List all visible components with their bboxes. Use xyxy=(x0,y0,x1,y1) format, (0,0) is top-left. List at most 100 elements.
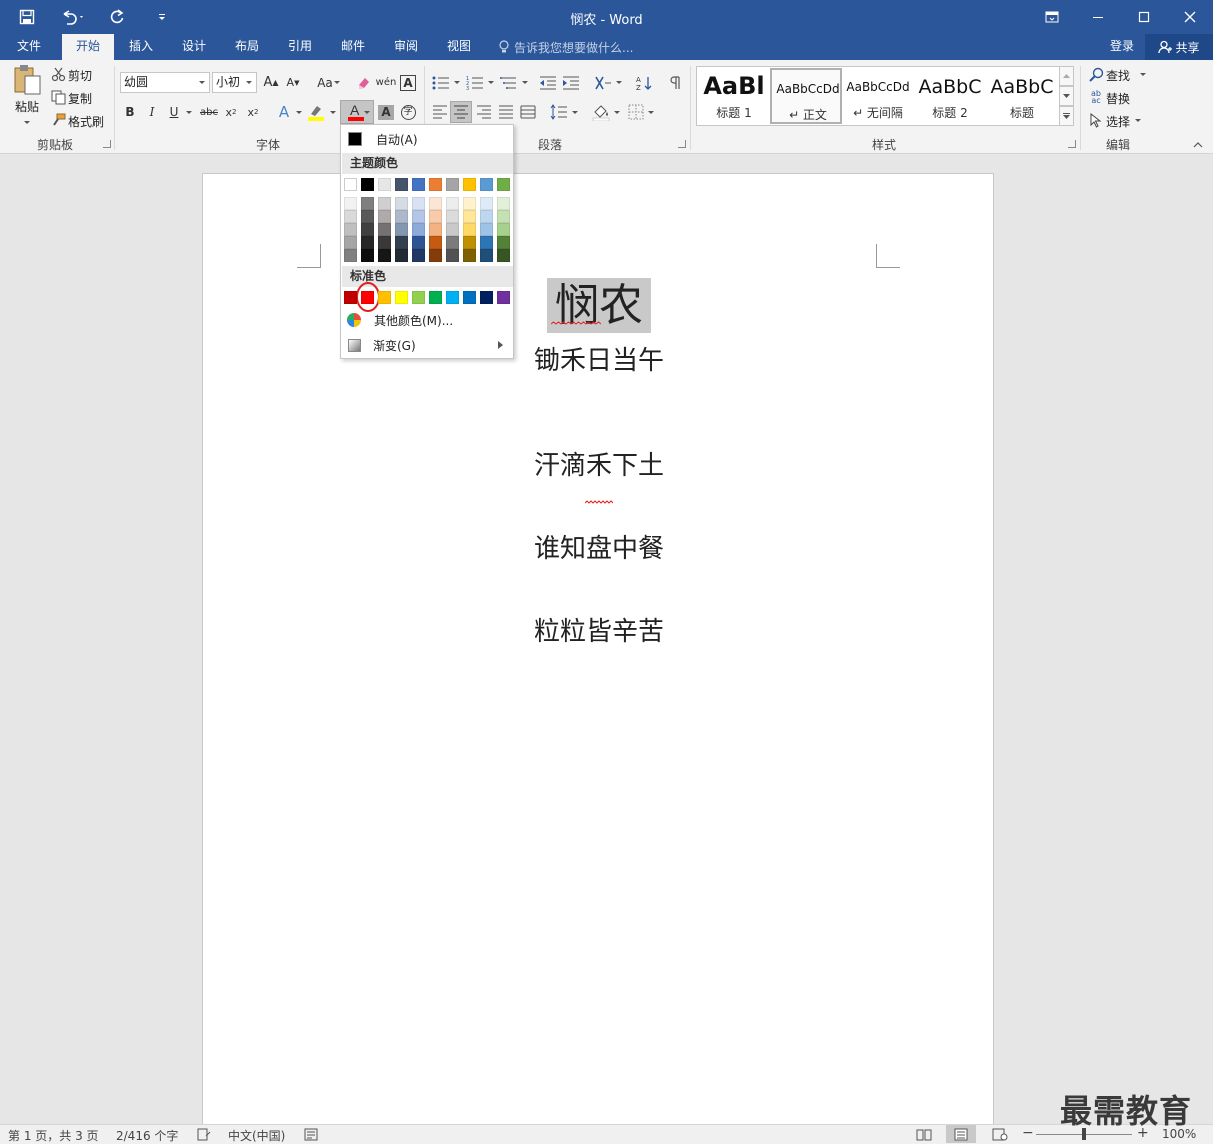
tell-me-search[interactable]: 告诉我您想要做什么... xyxy=(498,34,633,60)
theme-shade-swatch[interactable] xyxy=(378,197,391,210)
font-color-caret[interactable] xyxy=(364,111,370,114)
shading-caret[interactable] xyxy=(614,111,620,114)
standard-color-swatch[interactable] xyxy=(412,291,425,304)
bullets-caret[interactable] xyxy=(454,81,460,84)
collapse-ribbon-icon[interactable] xyxy=(1190,138,1206,152)
align-right-icon[interactable] xyxy=(474,102,494,122)
theme-shade-swatch[interactable] xyxy=(446,210,459,223)
clipboard-launcher[interactable] xyxy=(103,140,111,148)
format-painter-button[interactable]: 格式刷 xyxy=(68,113,104,130)
tab-home[interactable]: 开始 xyxy=(62,34,114,60)
style-normal[interactable]: AaBbCcDd ↵ 正文 xyxy=(770,68,842,124)
theme-color-swatch[interactable] xyxy=(497,178,510,191)
theme-shade-swatch[interactable] xyxy=(344,197,357,210)
login-button[interactable]: 登录 xyxy=(1102,34,1142,60)
highlight-caret[interactable] xyxy=(330,111,336,114)
theme-shade-swatch[interactable] xyxy=(395,197,408,210)
justify-icon[interactable] xyxy=(496,102,516,122)
tab-view[interactable]: 视图 xyxy=(438,34,480,60)
gallery-scroll-down[interactable] xyxy=(1059,86,1074,106)
align-center-icon[interactable] xyxy=(450,101,472,123)
theme-shade-swatch[interactable] xyxy=(395,223,408,236)
theme-color-swatch[interactable] xyxy=(463,178,476,191)
theme-shade-swatch[interactable] xyxy=(412,236,425,249)
shading-icon[interactable] xyxy=(590,102,612,122)
show-marks-icon[interactable] xyxy=(666,72,684,93)
theme-shade-swatch[interactable] xyxy=(344,249,357,262)
theme-shade-swatch[interactable] xyxy=(378,249,391,262)
theme-shade-swatch[interactable] xyxy=(361,223,374,236)
standard-color-swatch[interactable] xyxy=(429,291,442,304)
paste-dropdown-caret[interactable] xyxy=(24,121,30,124)
tab-review[interactable]: 审阅 xyxy=(385,34,427,60)
theme-shade-swatch[interactable] xyxy=(480,197,493,210)
share-button[interactable]: 共享 xyxy=(1145,34,1213,60)
automatic-color-item[interactable]: 自动(A) xyxy=(342,127,513,151)
theme-shade-swatch[interactable] xyxy=(480,223,493,236)
find-caret[interactable] xyxy=(1140,73,1146,76)
tab-mailings[interactable]: 邮件 xyxy=(332,34,374,60)
theme-color-swatch[interactable] xyxy=(378,178,391,191)
numbering-icon[interactable]: 123 xyxy=(464,72,486,93)
word-count[interactable]: 2/416 个字 xyxy=(116,1127,178,1144)
theme-shade-swatch[interactable] xyxy=(344,236,357,249)
theme-color-swatch[interactable] xyxy=(361,178,374,191)
style-heading-1[interactable]: AaBl 标题 1 xyxy=(698,68,770,124)
sort-icon[interactable]: AZ xyxy=(634,72,654,93)
page-indicator[interactable]: 第 1 页，共 3 页 xyxy=(8,1127,99,1144)
line-spacing-caret[interactable] xyxy=(572,111,578,114)
standard-color-swatch[interactable] xyxy=(480,291,493,304)
theme-color-swatch[interactable] xyxy=(429,178,442,191)
underline-caret[interactable] xyxy=(186,111,192,114)
line-spacing-icon[interactable] xyxy=(548,102,570,122)
macro-recording-icon[interactable] xyxy=(304,1128,318,1141)
theme-shade-swatch[interactable] xyxy=(412,210,425,223)
ribbon-display-button[interactable] xyxy=(1029,0,1075,34)
change-case-caret[interactable] xyxy=(334,81,340,84)
minimize-button[interactable] xyxy=(1075,0,1121,34)
italic-button[interactable]: I xyxy=(144,102,160,122)
zoom-out-button[interactable]: − xyxy=(1022,1125,1034,1141)
paragraph-launcher[interactable] xyxy=(678,140,686,148)
language-indicator[interactable]: 中文(中国) xyxy=(228,1127,285,1144)
text-effects-caret[interactable] xyxy=(296,111,302,114)
theme-shade-swatch[interactable] xyxy=(463,223,476,236)
chinese-layout-caret[interactable] xyxy=(616,81,622,84)
gallery-scroll-up[interactable] xyxy=(1059,66,1074,86)
font-size-dropdown[interactable] xyxy=(243,73,256,92)
style-heading-2[interactable]: AaBbC 标题 2 xyxy=(914,68,986,124)
standard-color-swatch[interactable] xyxy=(395,291,408,304)
theme-shade-swatch[interactable] xyxy=(480,236,493,249)
standard-color-swatch[interactable] xyxy=(446,291,459,304)
theme-shade-swatch[interactable] xyxy=(429,223,442,236)
character-shading-icon[interactable]: A xyxy=(377,102,395,122)
tab-file[interactable]: 文件 xyxy=(8,34,50,60)
tab-layout[interactable]: 布局 xyxy=(226,34,268,60)
find-button[interactable]: 查找 xyxy=(1106,67,1130,84)
select-caret[interactable] xyxy=(1135,119,1141,122)
theme-shade-swatch[interactable] xyxy=(378,223,391,236)
standard-red-swatch[interactable] xyxy=(361,291,374,304)
theme-shade-swatch[interactable] xyxy=(446,236,459,249)
theme-shade-swatch[interactable] xyxy=(412,223,425,236)
read-mode-icon[interactable] xyxy=(916,1128,932,1141)
print-layout-icon[interactable] xyxy=(946,1125,976,1143)
font-name-combo[interactable]: 幼圆 xyxy=(120,72,210,93)
theme-shade-swatch[interactable] xyxy=(480,249,493,262)
document-page[interactable]: 悯农 锄禾日当午 汗滴禾下土 谁知盘中餐 粒粒皆辛苦 xyxy=(202,173,994,1128)
multilevel-caret[interactable] xyxy=(522,81,528,84)
theme-color-swatch[interactable] xyxy=(446,178,459,191)
theme-shade-swatch[interactable] xyxy=(412,197,425,210)
enclosed-character-icon[interactable]: 字 xyxy=(399,102,417,122)
highlight-icon[interactable] xyxy=(306,102,326,122)
theme-shade-swatch[interactable] xyxy=(497,223,510,236)
theme-shade-swatch[interactable] xyxy=(344,223,357,236)
numbering-caret[interactable] xyxy=(488,81,494,84)
select-button[interactable]: 选择 xyxy=(1106,113,1130,130)
chinese-layout-icon[interactable] xyxy=(592,72,614,93)
borders-caret[interactable] xyxy=(648,111,654,114)
theme-shade-swatch[interactable] xyxy=(361,249,374,262)
theme-shade-swatch[interactable] xyxy=(395,249,408,262)
theme-shade-swatch[interactable] xyxy=(429,197,442,210)
theme-shade-swatch[interactable] xyxy=(378,210,391,223)
